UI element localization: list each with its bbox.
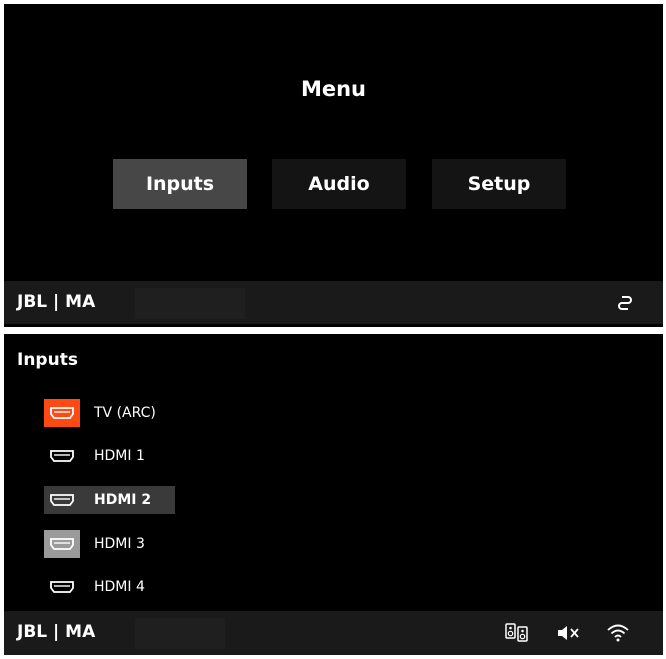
hdmi-icon [44, 399, 80, 427]
hdmi-icon [44, 486, 80, 514]
status-bar: JBL | MA [4, 281, 663, 324]
link-icon [614, 292, 636, 314]
wifi-icon [606, 622, 629, 644]
input-label: TV (ARC) [94, 405, 156, 421]
menu-title: Menu [300, 77, 367, 101]
audio-button[interactable]: Audio [272, 159, 406, 209]
inputs-screen: Inputs TV (ARC) HDMI 1 HDMI 2 HDMI 3 HDM… [4, 334, 663, 655]
hdmi-icon [44, 573, 80, 601]
inputs-title: Inputs [17, 350, 78, 370]
brand-placeholder [135, 618, 225, 649]
setup-button[interactable]: Setup [432, 159, 566, 209]
input-label: HDMI 3 [94, 536, 145, 552]
hdmi-icon [44, 530, 80, 558]
speakers-icon [504, 622, 528, 644]
mute-icon [556, 622, 579, 644]
input-label: HDMI 1 [94, 448, 145, 464]
brand-label: JBL | MA [17, 292, 96, 312]
input-item-hdmi-2[interactable]: HDMI 2 [44, 486, 175, 514]
hdmi-icon [44, 442, 80, 470]
inputs-button[interactable]: Inputs [113, 159, 247, 209]
menu-screen: Menu Inputs Audio Setup JBL | MA [4, 4, 663, 327]
status-bar: JBL | MA [4, 611, 663, 655]
input-label: HDMI 2 [94, 492, 152, 508]
brand-label: JBL | MA [17, 622, 96, 642]
brand-placeholder [135, 288, 245, 319]
input-label: HDMI 4 [94, 579, 145, 595]
